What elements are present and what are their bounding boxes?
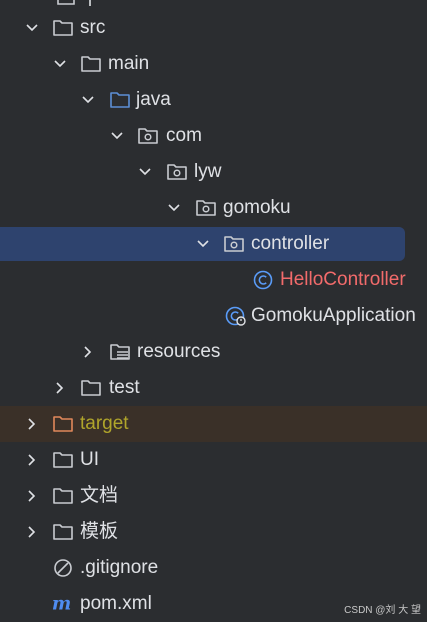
chevron-down-icon[interactable] <box>195 236 211 252</box>
package-icon <box>167 164 187 180</box>
tree-item-label: UI <box>80 449 99 470</box>
spring-boot-class-icon <box>225 306 246 326</box>
chevron-down-icon[interactable] <box>80 92 96 108</box>
maven-icon: m <box>52 594 71 614</box>
package-icon <box>196 200 216 216</box>
tree-item-label: java <box>136 89 171 110</box>
chevron-down-icon[interactable] <box>52 56 68 72</box>
tree-item-label: main <box>108 53 150 74</box>
tree-item-label: test <box>109 377 140 398</box>
chevron-down-icon[interactable] <box>166 200 182 216</box>
tree-item-java[interactable]: java <box>0 82 427 118</box>
tree-item-target[interactable]: target <box>0 406 427 442</box>
chevron-right-icon[interactable] <box>24 488 40 504</box>
tree-item-gomoku[interactable]: gomoku <box>0 190 427 226</box>
tree-item-ui[interactable]: UI <box>0 442 427 478</box>
chevron-right-icon[interactable] <box>24 416 40 432</box>
folder-icon <box>53 488 73 504</box>
tree-item-label: src <box>80 17 106 38</box>
tree-item-label: gomoku <box>223 197 291 218</box>
tree-item-hellocontroller[interactable]: HelloController <box>0 262 427 298</box>
tree-item-docs[interactable]: 文档 <box>0 478 427 514</box>
tree-item-com[interactable]: com <box>0 118 427 154</box>
tree-item-label: 文档 <box>80 485 119 506</box>
chevron-down-icon[interactable] <box>137 164 153 180</box>
svg-text:m: m <box>52 594 71 614</box>
folder-icon <box>53 20 73 36</box>
folder-icon <box>53 452 73 468</box>
gitignore-icon <box>54 559 72 577</box>
source-folder-icon <box>110 92 130 108</box>
class-icon <box>253 270 273 290</box>
tree-item-templates[interactable]: 模板 <box>0 514 427 550</box>
tree-item-label: GomokuApplication <box>251 305 416 326</box>
folder-icon <box>81 56 101 72</box>
tree-item-src[interactable]: src <box>0 10 427 46</box>
tree-item-label: com <box>166 125 202 146</box>
tree-item-main[interactable]: main <box>0 46 427 82</box>
package-icon <box>138 128 158 144</box>
package-icon <box>224 236 244 252</box>
tree-item-label: HelloController <box>280 269 406 290</box>
chevron-right-icon[interactable] <box>80 344 96 360</box>
tree-item-gomokuapplication[interactable]: GomokuApplication <box>0 298 427 334</box>
folder-icon <box>81 380 101 396</box>
tree-item-gitignore[interactable]: .gitignore <box>0 550 427 586</box>
project-tree: src main java com lyw gomoku controller <box>0 0 427 622</box>
chevron-down-icon[interactable] <box>109 128 125 144</box>
chevron-right-icon[interactable] <box>24 452 40 468</box>
tree-item-controller[interactable]: controller <box>0 226 427 262</box>
tree-item-resources[interactable]: resources <box>0 334 427 370</box>
watermark: CSDN @刘 大 望 <box>344 605 421 616</box>
chevron-right-icon[interactable] <box>52 380 68 396</box>
resources-folder-icon <box>110 344 130 360</box>
tree-item-label: resources <box>137 341 221 362</box>
tree-item-label: controller <box>251 233 330 254</box>
tree-item-label: .gitignore <box>80 557 159 578</box>
tree-item-label: pom.xml <box>80 593 152 614</box>
tree-item-label: target <box>80 413 129 434</box>
folder-icon <box>53 524 73 540</box>
tree-item-label: 模板 <box>80 521 119 542</box>
tree-item-label: lyw <box>194 161 222 182</box>
partial-row-top <box>57 0 91 6</box>
chevron-down-icon[interactable] <box>24 20 40 36</box>
tree-item-lyw[interactable]: lyw <box>0 154 427 190</box>
chevron-right-icon[interactable] <box>24 524 40 540</box>
tree-item-test[interactable]: test <box>0 370 427 406</box>
excluded-folder-icon <box>53 416 73 432</box>
